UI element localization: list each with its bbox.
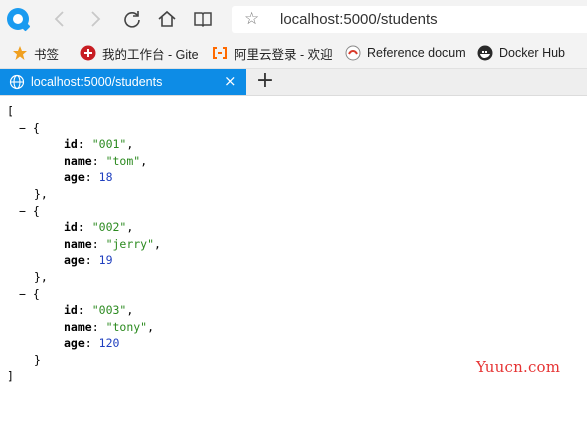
star-icon[interactable]: ☆ [244,9,259,29]
docker-icon [477,45,493,61]
json-item: − { [19,204,40,218]
chevron-right-icon [91,11,101,27]
home-button[interactable] [156,8,178,30]
json-close-bracket: ] [7,369,14,383]
json-field-id: id: "001", [64,137,134,151]
bookmarks-bar: 书签 我的工作台 - Gitee 阿里云登录 - 欢迎 Reference do… [0,38,587,69]
bookmark-item-docker-hub[interactable]: Docker Hub [477,44,585,62]
gitee-icon [80,45,96,61]
json-item: − { [19,287,40,301]
collapse-toggle[interactable]: − [19,121,26,135]
bookmark-item-aliyun[interactable]: 阿里云登录 - 欢迎 [212,44,332,62]
reload-icon [124,11,140,28]
json-open-bracket: [ [7,104,14,118]
json-field-name: name: "tom", [64,154,148,168]
book-icon [194,12,212,28]
json-field-age: age: 120 [64,336,120,350]
home-icon [158,10,176,27]
back-button[interactable] [49,8,71,30]
bookmark-item-gitee[interactable]: 我的工作台 - Gitee [80,44,198,62]
tab-title: localhost:5000/students [31,75,163,89]
bookmark-item-bookmarks[interactable]: 书签 [12,44,59,62]
address-url[interactable]: localhost:5000/students [280,10,438,29]
chevron-left-icon [54,11,64,27]
json-close-brace: }, [34,270,48,284]
bookmark-label: Docker Hub [499,46,565,60]
json-close-brace: }, [34,187,48,201]
aliyun-icon [212,45,228,61]
browser-logo-icon [7,8,31,32]
tab-students[interactable]: localhost:5000/students × [0,69,246,95]
bookmark-label: 我的工作台 - Gitee [102,47,198,62]
json-item: − { [19,121,40,135]
reference-icon [345,45,361,61]
tab-bar: localhost:5000/students × + [0,69,587,96]
reader-button[interactable] [192,8,214,30]
collapse-toggle[interactable]: − [19,204,26,218]
bookmark-label: 书签 [34,47,60,62]
json-field-id: id: "002", [64,220,134,234]
json-field-age: age: 18 [64,170,113,184]
watermark: Yuucn.com [476,358,561,376]
json-field-name: name: "jerry", [64,237,161,251]
forward-button[interactable] [84,8,106,30]
new-tab-button[interactable]: + [255,70,275,92]
close-icon[interactable]: × [224,73,237,90]
bookmark-item-reference[interactable]: Reference docum [345,44,465,62]
bookmark-label: 阿里云登录 - 欢迎 [234,47,332,62]
address-bar[interactable]: ☆ localhost:5000/students [232,6,587,33]
json-field-age: age: 19 [64,253,113,267]
reload-button[interactable] [121,8,143,30]
globe-icon [9,74,25,95]
json-field-id: id: "003", [64,303,134,317]
browser-toolbar: ☆ localhost:5000/students [0,0,587,38]
star-icon [12,45,28,61]
bookmark-label: Reference docum [367,46,465,60]
collapse-toggle[interactable]: − [19,287,26,301]
json-close-brace: } [34,353,41,367]
json-field-name: name: "tony", [64,320,155,334]
